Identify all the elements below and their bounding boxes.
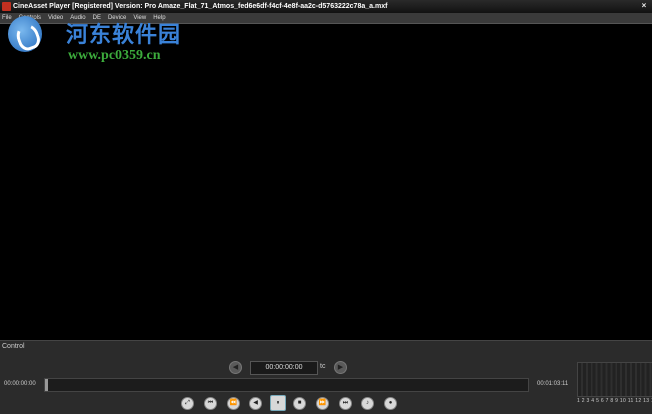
color-settings-button[interactable]: ● [384, 397, 397, 410]
watermark-text: 河东软件园 [66, 22, 182, 47]
skip-back-button[interactable]: ⏮ [204, 397, 217, 410]
watermark-url: www.pc0359.cn [68, 48, 161, 63]
fast-forward-button[interactable]: ⏩ [316, 397, 329, 410]
timecode-unit-label: tc [320, 363, 326, 370]
playhead-handle[interactable] [45, 379, 48, 391]
stop-button[interactable]: ■ [293, 397, 306, 410]
watermark: 河东软件园 www.pc0359.cn [6, 14, 206, 66]
control-panel-title: Control [2, 343, 25, 350]
previous-frame-button[interactable]: ◀ [229, 361, 242, 374]
video-area[interactable] [0, 24, 652, 340]
control-panel: Control ◀ 00:00:00:00 tc ▶ 00:00:00:00 0… [0, 340, 652, 414]
app-icon [2, 2, 11, 11]
timecode-field[interactable]: 00:00:00:00 [250, 361, 318, 375]
pause-button[interactable]: ⏸ [270, 395, 286, 411]
next-frame-button[interactable]: ▶ [334, 361, 347, 374]
step-back-button[interactable]: ◀ [249, 397, 262, 410]
title-bar: CineAsset Player [Registered] Version: P… [0, 0, 652, 13]
window-title: CineAsset Player [Registered] Version: P… [13, 3, 388, 10]
rewind-button[interactable]: ⏪ [227, 397, 240, 410]
timeline-scrubber[interactable] [44, 378, 529, 392]
volume-button[interactable]: ♪ [361, 397, 374, 410]
channel-numbers: 1 2 3 4 5 6 7 8 9 10 11 12 13 14 [577, 398, 652, 404]
close-button[interactable]: × [638, 1, 650, 11]
watermark-logo-icon [8, 16, 42, 52]
window-controls: × [638, 1, 650, 11]
fullscreen-button[interactable]: ⤢ [181, 397, 194, 410]
time-start: 00:00:00:00 [4, 381, 36, 387]
skip-forward-button[interactable]: ⏭ [339, 397, 352, 410]
time-end: 00:01:03:11 [537, 381, 569, 387]
audio-level-meter [577, 362, 652, 397]
